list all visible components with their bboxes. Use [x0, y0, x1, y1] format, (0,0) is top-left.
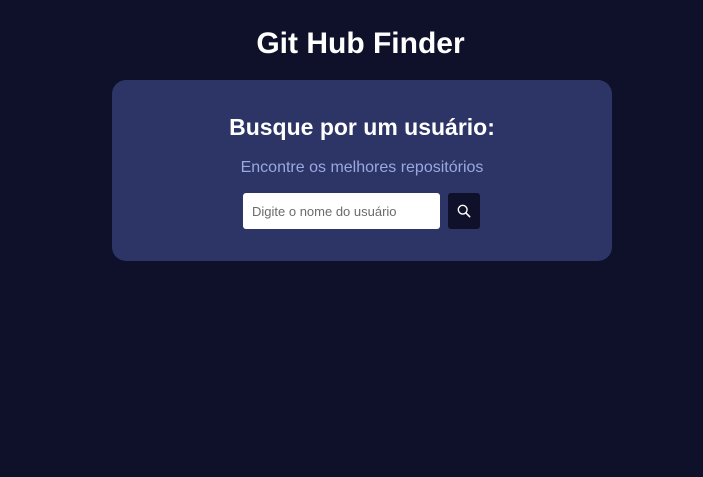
- card-heading: Busque por um usuário:: [229, 114, 495, 140]
- username-search-input[interactable]: [243, 193, 440, 229]
- search-icon: [457, 204, 471, 218]
- app-title: Git Hub Finder: [256, 27, 465, 60]
- search-card: Busque por um usuário: Encontre os melho…: [112, 80, 612, 261]
- card-subtitle: Encontre os melhores repositórios: [240, 159, 484, 176]
- search-button[interactable]: [448, 193, 480, 229]
